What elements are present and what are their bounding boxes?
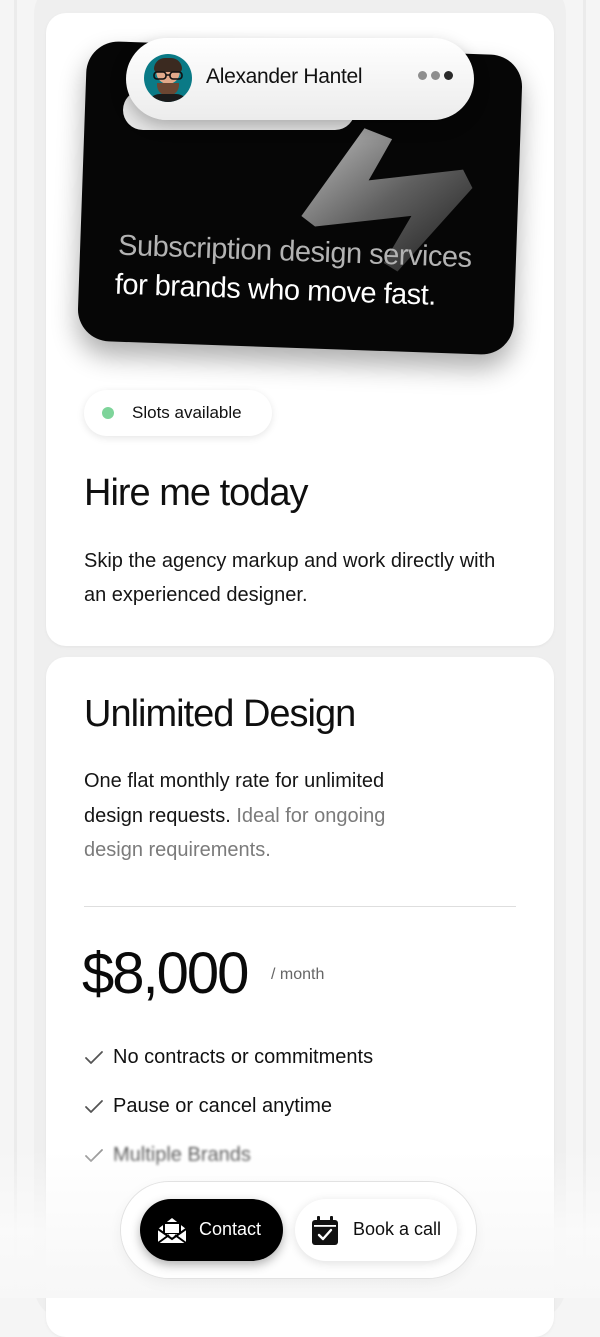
availability-label: Slots available (132, 403, 242, 422)
contact-label: Contact (199, 1219, 262, 1239)
hire-description: Skip the agency markup and work directly… (84, 550, 496, 606)
floating-action-bar: Contact Book a call (121, 1182, 476, 1278)
check-icon (85, 1100, 103, 1113)
plan-description: One flat monthly rate for unlimited desi… (84, 764, 434, 868)
book-call-button[interactable]: Book a call (295, 1199, 457, 1261)
divider (84, 906, 516, 907)
feature-item: No contracts or commitments (84, 1040, 504, 1089)
calendar-check-icon (312, 1216, 338, 1245)
profile-name: Alexander Hantel (206, 65, 363, 88)
page-edge-right (583, 0, 586, 1298)
feature-text: Pause or cancel anytime (113, 1095, 333, 1117)
plan-price: $8,000 (82, 941, 249, 1006)
hire-title: Hire me today (84, 472, 309, 514)
profile-pill[interactable]: Alexander Hantel (126, 38, 474, 120)
mail-icon (157, 1218, 187, 1244)
more-dots-icon[interactable] (418, 71, 453, 80)
page-edge-left (14, 0, 17, 1298)
status-dot-icon (102, 407, 114, 419)
book-call-label: Book a call (353, 1219, 442, 1239)
feature-item: Pause or cancel anytime (84, 1089, 504, 1138)
contact-button[interactable]: Contact (140, 1199, 283, 1261)
plan-title: Unlimited Design (84, 693, 356, 735)
availability-badge: Slots available (84, 390, 272, 436)
avatar (144, 54, 192, 102)
check-icon (85, 1051, 103, 1064)
feature-text: No contracts or commitments (113, 1046, 374, 1068)
plan-period: / month (271, 966, 325, 983)
